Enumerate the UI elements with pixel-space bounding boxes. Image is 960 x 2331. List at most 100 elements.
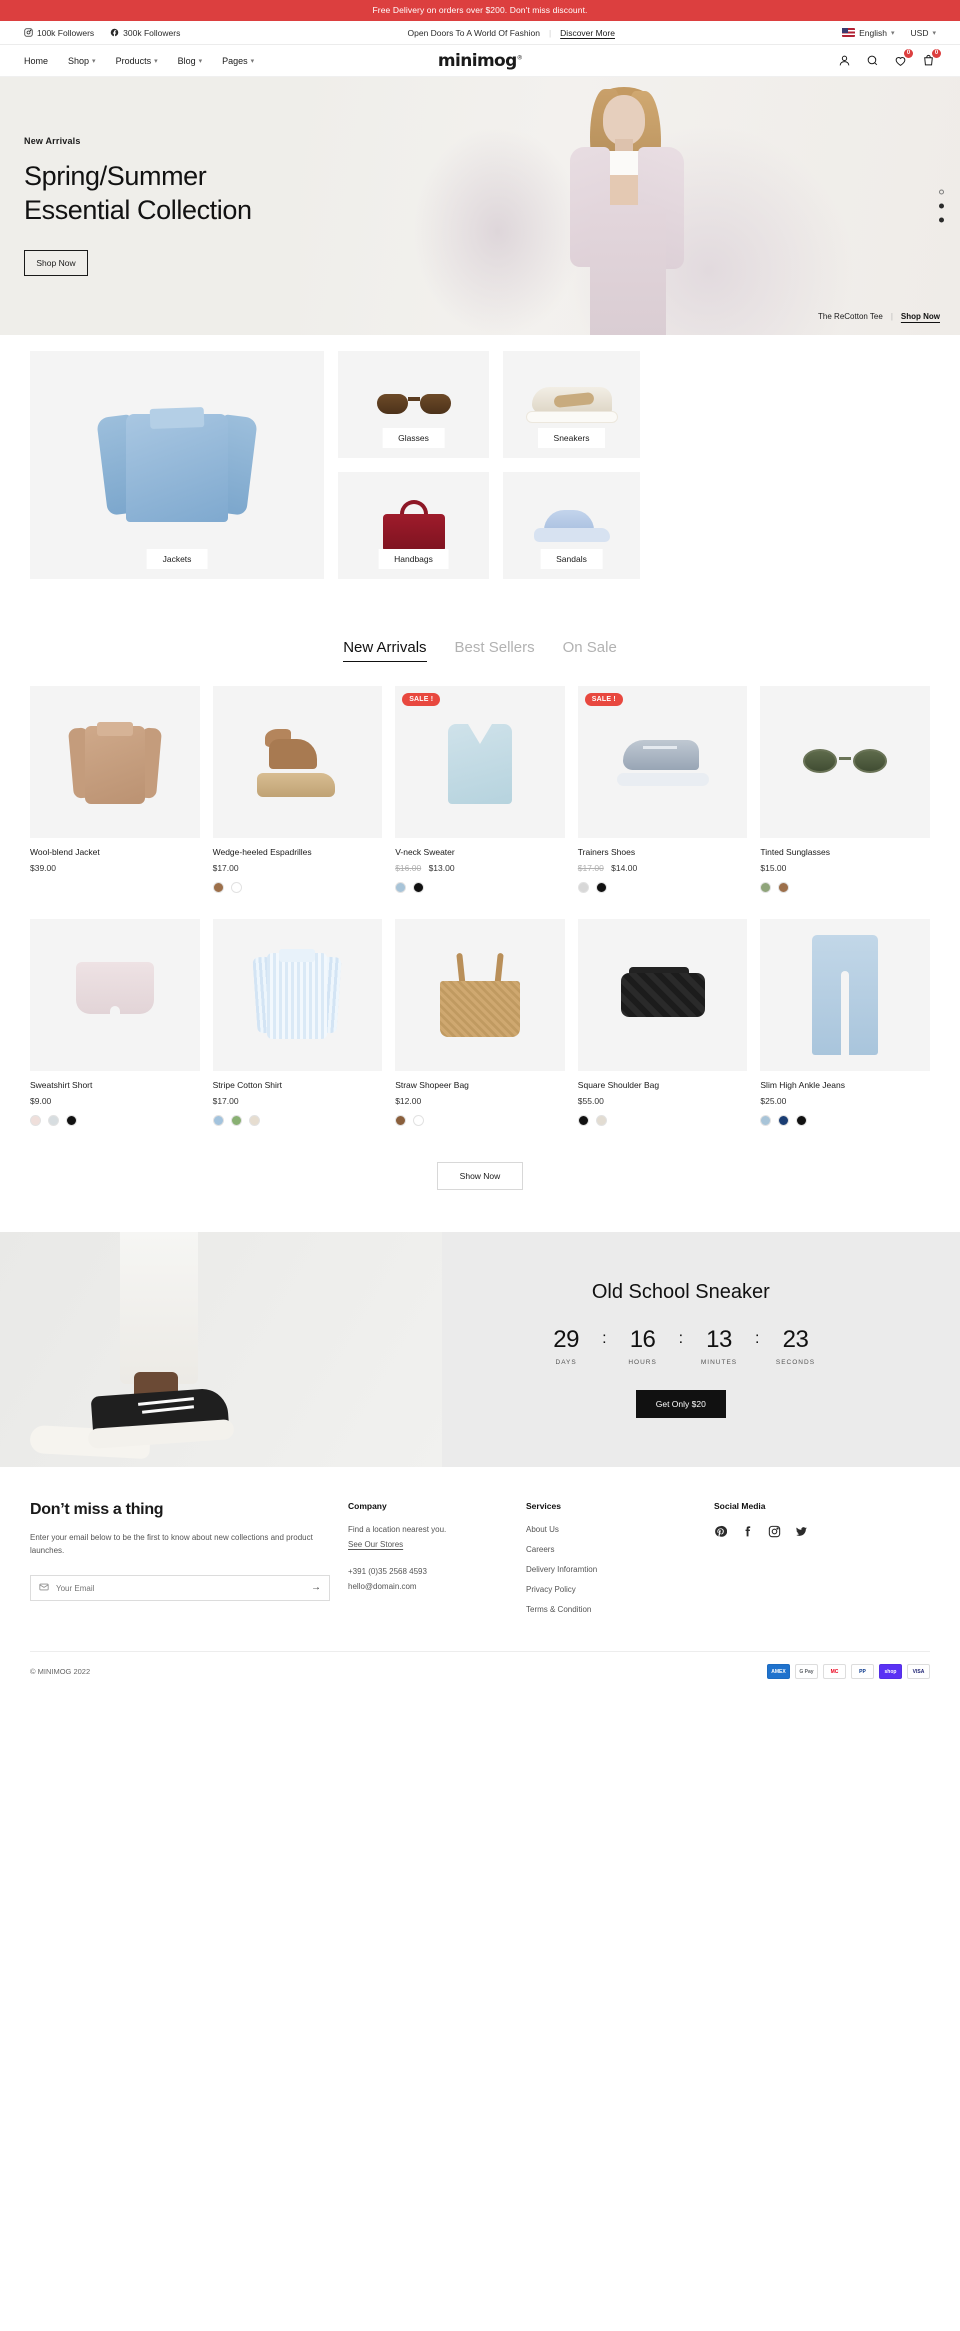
swatch[interactable]	[760, 1115, 772, 1126]
payment-icon-visa: VISA	[907, 1664, 930, 1679]
newsletter-submit-button[interactable]: →	[311, 1583, 321, 1593]
swatch[interactable]	[395, 882, 407, 893]
product-card[interactable]: Wool-blend Jacket $39.00	[30, 686, 200, 893]
swatch[interactable]	[413, 1115, 425, 1126]
category-card-glasses[interactable]: Glasses	[338, 351, 489, 458]
sweatshirt-short-illustration	[75, 962, 154, 1028]
product-swatches	[760, 1115, 930, 1126]
swatch[interactable]	[577, 1115, 589, 1126]
product-image[interactable]	[395, 919, 565, 1071]
product-image[interactable]	[212, 686, 383, 838]
swatch[interactable]	[778, 1115, 790, 1126]
product-card[interactable]: Straw Shopeer Bag $12.00	[395, 919, 565, 1126]
product-card[interactable]: SALE ! V-neck Sweater $16.00 $13.00	[395, 686, 565, 893]
product-card[interactable]: Stripe Cotton Shirt $17.00	[212, 919, 383, 1126]
product-image[interactable]	[760, 686, 930, 838]
product-swatches	[760, 882, 930, 893]
product-image[interactable]: SALE !	[577, 686, 748, 838]
swatch[interactable]	[760, 882, 772, 893]
account-icon[interactable]	[838, 54, 852, 68]
swatch[interactable]	[212, 882, 224, 893]
product-card[interactable]: Tinted Sunglasses $15.00	[760, 686, 930, 893]
swatch[interactable]	[395, 1115, 407, 1126]
countdown-value: 23	[782, 1326, 809, 1353]
tab-new-arrivals[interactable]: New Arrivals	[343, 639, 427, 662]
swatch[interactable]	[577, 882, 589, 893]
product-card[interactable]: Sweatshirt Short $9.00	[30, 919, 200, 1126]
currency-selector[interactable]: USD ▾	[911, 28, 936, 38]
swatch[interactable]	[212, 1115, 224, 1126]
hero-dot-1[interactable]	[939, 189, 944, 195]
search-icon[interactable]	[866, 54, 880, 68]
swatch[interactable]	[66, 1115, 77, 1126]
show-more-button[interactable]: Show Now	[436, 1162, 524, 1190]
hero-dot-2[interactable]	[939, 203, 944, 209]
promo-cta-button[interactable]: Get Only $20	[635, 1390, 726, 1418]
category-card-handbags[interactable]: Handbags	[338, 472, 489, 579]
footer-link-terms-condition[interactable]: Terms & Condition	[526, 1605, 696, 1614]
product-card[interactable]: Wedge-heeled Espadrilles $17.00	[212, 686, 383, 893]
nav-item-pages[interactable]: Pages ▾	[222, 56, 254, 66]
hero-dot-3[interactable]	[939, 217, 944, 223]
see-our-stores-link[interactable]: See Our Stores	[348, 1540, 508, 1549]
footer-phone[interactable]: +391 (0)35 2568 4593	[348, 1567, 508, 1576]
language-selector[interactable]: English ▾	[842, 28, 895, 38]
nav-item-home[interactable]: Home	[24, 56, 48, 66]
product-image[interactable]: SALE !	[395, 686, 565, 838]
tab-best-sellers[interactable]: Best Sellers	[455, 639, 535, 662]
nav-item-label: Pages	[222, 55, 248, 66]
swatch[interactable]	[230, 882, 242, 893]
footer-location-text: Find a location nearest you.	[348, 1525, 447, 1534]
twitter-icon[interactable]	[795, 1525, 808, 1543]
footer-link-careers[interactable]: Careers	[526, 1545, 696, 1554]
swatch[interactable]	[48, 1115, 59, 1126]
footer-link-privacy-policy[interactable]: Privacy Policy	[526, 1585, 696, 1594]
product-image[interactable]	[760, 919, 930, 1071]
nav-item-products[interactable]: Products ▾	[116, 56, 158, 66]
product-image[interactable]	[30, 686, 200, 838]
swatch[interactable]	[30, 1115, 41, 1126]
footer-link-delivery-information[interactable]: Delivery Inforamtion	[526, 1565, 696, 1574]
countdown-separator: :	[602, 1330, 607, 1347]
nav-item-blog[interactable]: Blog ▾	[178, 56, 203, 66]
product-card[interactable]: Square Shoulder Bag $55.00	[577, 919, 748, 1126]
swatch[interactable]	[248, 1115, 260, 1126]
swatch[interactable]	[595, 1115, 607, 1126]
nav-item-shop[interactable]: Shop ▾	[68, 56, 96, 66]
product-image[interactable]	[30, 919, 200, 1071]
swatch[interactable]	[778, 882, 790, 893]
swatch[interactable]	[413, 882, 425, 893]
product-swatches	[395, 1115, 565, 1126]
countdown-days: 29 DAYS	[544, 1326, 588, 1366]
show-more-container: Show Now	[30, 1126, 930, 1232]
swatch[interactable]	[595, 882, 607, 893]
swatch[interactable]	[796, 1115, 808, 1126]
cart-icon[interactable]: 0	[922, 48, 941, 68]
category-label: Glasses	[382, 428, 445, 448]
category-card-jackets[interactable]: Jackets	[30, 351, 324, 579]
swatch[interactable]	[230, 1115, 242, 1126]
facebook-icon[interactable]	[741, 1525, 754, 1543]
instagram-followers[interactable]: 100k Followers	[24, 28, 94, 38]
category-card-sandals[interactable]: Sandals	[503, 472, 640, 579]
product-image[interactable]	[577, 919, 748, 1071]
nav-item-label: Home	[24, 55, 49, 66]
footer-email[interactable]: hello@domain.com	[348, 1582, 508, 1591]
facebook-followers[interactable]: 300k Followers	[110, 28, 180, 38]
footer-link-about-us[interactable]: About Us	[526, 1525, 696, 1534]
newsletter-email-input[interactable]	[56, 1583, 304, 1593]
product-image[interactable]	[212, 919, 383, 1071]
product-swatches	[30, 1115, 200, 1126]
category-card-sneakers[interactable]: Sneakers	[503, 351, 640, 458]
tab-on-sale[interactable]: On Sale	[563, 639, 617, 662]
pinterest-icon[interactable]	[714, 1525, 728, 1543]
wishlist-icon[interactable]: 0	[894, 48, 913, 68]
discover-more-link[interactable]: Discover More	[560, 28, 615, 38]
slim-high-ankle-jeans-illustration	[812, 935, 879, 1055]
product-card[interactable]: Slim High Ankle Jeans $25.00	[760, 919, 930, 1126]
instagram-icon[interactable]	[768, 1525, 781, 1543]
hero-callout-shop-now-link[interactable]: Shop Now	[901, 312, 940, 321]
site-logo[interactable]: minimog®	[438, 51, 523, 71]
hero-shop-now-button[interactable]: Shop Now	[24, 249, 88, 276]
product-card[interactable]: SALE ! Trainers Shoes $17.00 $14.00	[577, 686, 748, 893]
